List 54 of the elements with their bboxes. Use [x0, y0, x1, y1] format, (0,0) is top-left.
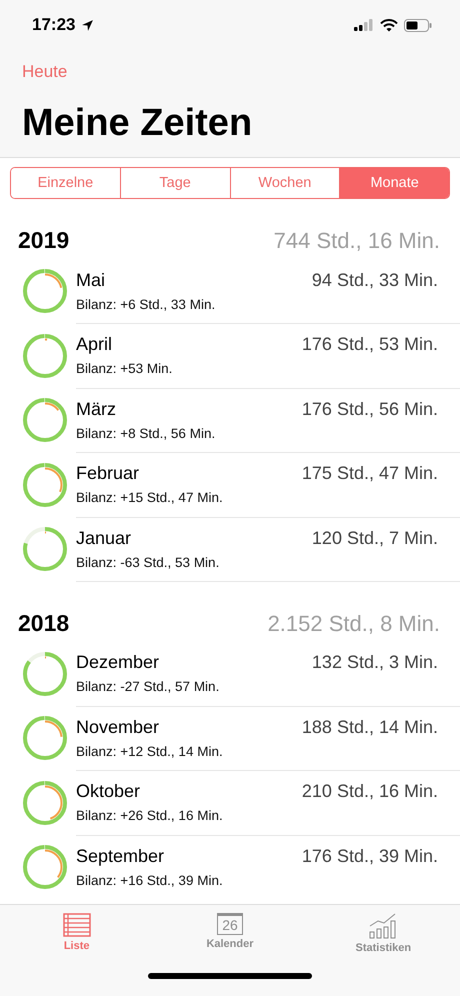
balance-text: Bilanz: +26 Std., 16 Min.: [76, 808, 224, 824]
balance-text: Bilanz: +16 Std., 39 Min.: [76, 873, 224, 888]
month-name: November: [76, 716, 160, 738]
tab-bar-item[interactable]: Liste: [22, 913, 132, 956]
list-icon: [62, 913, 91, 937]
progress-ring-icon: [22, 332, 68, 379]
month-total: 176 Std., 39 Min.: [302, 846, 438, 868]
month-name: Januar: [76, 528, 132, 549]
progress-ring-icon: [22, 715, 68, 762]
tab-bar-item[interactable]: 26 Kalender: [174, 913, 285, 956]
month-name: Oktober: [76, 781, 140, 802]
balance-text: Bilanz: +53 Min.: [76, 361, 174, 376]
progress-ring-icon: [22, 650, 68, 697]
month-total: 176 Std., 53 Min.: [302, 334, 438, 356]
month-total: 176 Std., 56 Min.: [302, 398, 438, 420]
year-total: 744 Std., 16 Min.: [274, 228, 440, 254]
tab-bar-item[interactable]: Statistiken: [328, 913, 438, 956]
balance-text: Bilanz: +8 Std., 56 Min.: [76, 426, 216, 441]
year-heading: 2019: [18, 227, 70, 254]
month-total: 132 Std., 3 Min.: [312, 652, 438, 674]
signal-icon: [354, 19, 374, 31]
balance-text: Bilanz: -27 Std., 57 Min.: [76, 679, 220, 694]
year-heading: 2018: [18, 610, 70, 636]
battery-icon: [404, 18, 432, 32]
calendar-icon: 26: [216, 913, 243, 935]
wifi-icon: [380, 18, 398, 32]
month-total: 175 Std., 47 Min.: [302, 463, 438, 484]
balance-text: Bilanz: +15 Std., 47 Min.: [76, 490, 224, 506]
progress-ring-icon: [22, 268, 68, 314]
balance-text: Bilanz: +6 Std., 33 Min.: [76, 296, 216, 312]
progress-ring-icon: [22, 397, 68, 444]
month-total: 188 Std., 14 Min.: [302, 716, 438, 738]
location-arrow-icon: [81, 18, 94, 32]
progress-ring-icon: [22, 844, 68, 890]
back-link[interactable]: Heute: [22, 62, 68, 82]
month-name: September: [76, 846, 164, 868]
month-name: April: [76, 334, 112, 356]
month-name: März: [76, 398, 116, 420]
month-name: Februar: [76, 463, 140, 484]
status-time: 17:23: [32, 15, 76, 35]
month-name: Dezember: [76, 652, 160, 674]
year-total: 2.152 Std., 8 Min.: [268, 610, 440, 636]
balance-text: Bilanz: -63 Std., 53 Min.: [76, 554, 220, 570]
month-total: 210 Std., 16 Min.: [302, 781, 438, 802]
month-name: Mai: [76, 270, 106, 291]
progress-ring-icon: [22, 526, 68, 572]
segment-tab[interactable]: Monate: [339, 168, 449, 198]
chart-icon: [369, 913, 398, 939]
page-title: Meine Zeiten: [22, 102, 254, 145]
balance-text: Bilanz: +12 Std., 14 Min.: [76, 744, 224, 759]
progress-ring-icon: [22, 780, 68, 826]
month-total: 120 Std., 7 Min.: [312, 528, 438, 549]
progress-ring-icon: [22, 462, 68, 508]
month-total: 94 Std., 33 Min.: [312, 270, 438, 291]
